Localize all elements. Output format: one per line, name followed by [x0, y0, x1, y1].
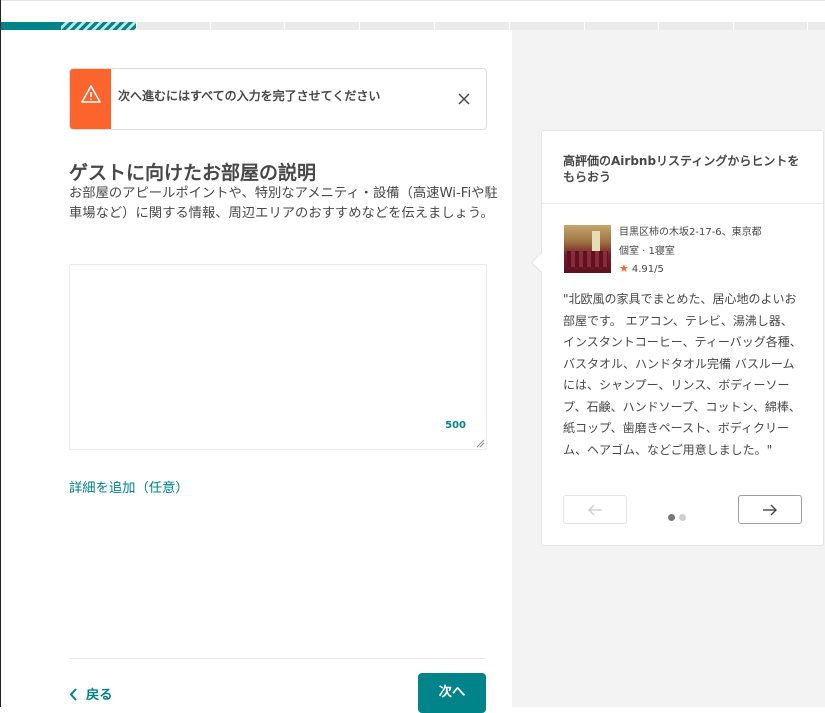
listing-rating: ★ 4.91/5	[619, 262, 664, 275]
pager-dot[interactable]	[679, 514, 686, 521]
tip-card: 高評価のAirbnbリスティングからヒントをもらおう 目黒区柿の木坂2-17-6…	[530, 130, 824, 546]
page-title: ゲストに向けたお部屋の説明	[69, 162, 317, 184]
listing-quote: "北欧風の家具でまとめた、居心地のよいお部屋です。 エアコン、テレビ、湯沸し器、…	[563, 292, 802, 457]
error-alert: 次へ進むにはすべての入力を完了させてください	[69, 68, 487, 130]
warning-icon	[81, 85, 101, 103]
progress-current-step	[61, 22, 137, 30]
next-tip-button[interactable]	[738, 495, 802, 524]
arrow-right-icon	[763, 504, 777, 515]
window-top-border	[0, 0, 825, 1]
progress-completed	[1, 22, 61, 30]
listing-room-type: 個室 · 1寝室	[619, 246, 675, 257]
footer-divider	[69, 658, 485, 659]
progress-divider	[509, 22, 510, 30]
char-counter: 500	[445, 420, 466, 431]
pager-dot-active[interactable]	[668, 514, 675, 521]
resize-handle-icon[interactable]	[475, 438, 485, 448]
pager-dots	[668, 506, 690, 521]
progress-divider	[136, 22, 137, 30]
arrow-left-icon	[588, 504, 602, 515]
rating-value: 4.91/5	[631, 264, 664, 275]
next-button[interactable]: 次へ	[418, 673, 486, 713]
progress-divider	[807, 22, 808, 30]
listing-photo-detail	[567, 251, 608, 267]
progress-divider	[434, 22, 435, 30]
page-description: お部屋のアピールポイントや、特別なアメニティ・設備（高速Wi-Fiや駐車場など）…	[69, 186, 498, 221]
progress-divider	[284, 22, 285, 30]
progress-divider	[584, 22, 585, 30]
back-button[interactable]: 戻る	[69, 684, 113, 703]
previous-tip-button[interactable]	[563, 495, 627, 524]
description-field: 500	[69, 264, 487, 450]
listing-photo	[564, 225, 611, 273]
chevron-left-icon	[69, 688, 77, 701]
alert-stripe	[70, 69, 111, 129]
listing-address: 目黒区柿の木坂2-17-6、東京都	[619, 227, 762, 238]
progress-divider	[733, 22, 734, 30]
tip-divider	[542, 203, 823, 204]
description-textarea[interactable]	[70, 265, 486, 449]
back-label: 戻る	[86, 688, 113, 703]
progress-divider	[359, 22, 360, 30]
tip-heading: 高評価のAirbnbリスティングからヒントをもらおう	[563, 154, 800, 184]
progress-divider	[658, 22, 659, 30]
window-left-border	[0, 0, 1, 707]
close-icon[interactable]	[456, 91, 472, 107]
add-details-link[interactable]: 詳細を追加（任意）	[69, 477, 189, 496]
progress-divider	[210, 22, 211, 30]
progress-bar	[1, 22, 825, 30]
alert-message: 次へ進むにはすべての入力を完了させてください	[118, 89, 381, 103]
star-icon: ★	[619, 262, 629, 275]
